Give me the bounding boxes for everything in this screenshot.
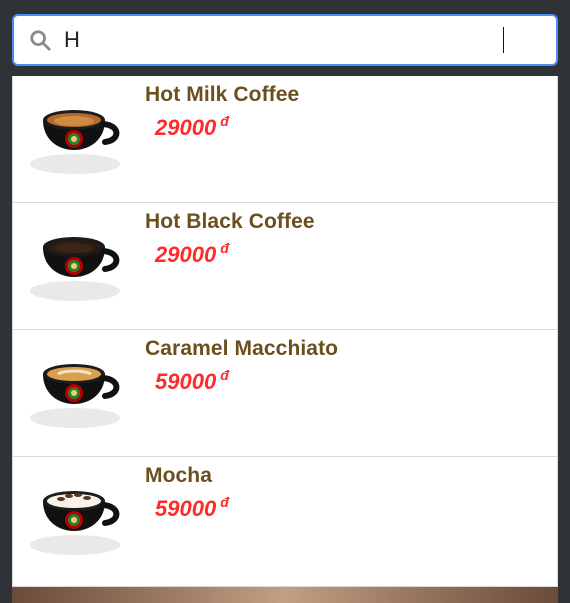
product-price: 29000 đ: [155, 113, 229, 141]
product-name: Hot Black Coffee: [145, 210, 315, 233]
currency-symbol: đ: [220, 240, 229, 256]
product-price: 29000 đ: [155, 240, 229, 268]
search-bar[interactable]: [12, 14, 558, 66]
search-results-list: Hot Milk Coffee 29000 đ Hot Black Coffee …: [12, 76, 558, 587]
currency-symbol: đ: [220, 494, 229, 510]
list-item-mocha[interactable]: Mocha 59000 đ: [13, 457, 557, 584]
currency-symbol: đ: [220, 367, 229, 383]
product-name: Caramel Macchiato: [145, 337, 339, 360]
coffee-cup-icon: [25, 471, 127, 557]
text-cursor: [503, 27, 504, 53]
search-input[interactable]: [64, 27, 504, 53]
background-strip: [12, 587, 558, 603]
product-price: 59000 đ: [155, 494, 229, 522]
search-icon: [28, 28, 52, 52]
coffee-cup-icon: [25, 344, 127, 430]
price-value: 29000: [155, 115, 217, 140]
price-value: 59000: [155, 496, 217, 521]
price-value: 59000: [155, 369, 217, 394]
price-value: 29000: [155, 242, 217, 267]
product-price: 59000 đ: [155, 367, 229, 395]
list-item-hot-milk-coffee[interactable]: Hot Milk Coffee 29000 đ: [13, 76, 557, 203]
list-item-caramel-macchiato[interactable]: Caramel Macchiato 59000 đ: [13, 330, 557, 457]
coffee-cup-icon: [25, 217, 127, 303]
product-name: Mocha: [145, 464, 213, 487]
list-item-hot-black-coffee[interactable]: Hot Black Coffee 29000 đ: [13, 203, 557, 330]
product-name: Hot Milk Coffee: [145, 83, 300, 106]
coffee-cup-icon: [25, 90, 127, 176]
currency-symbol: đ: [220, 113, 229, 129]
